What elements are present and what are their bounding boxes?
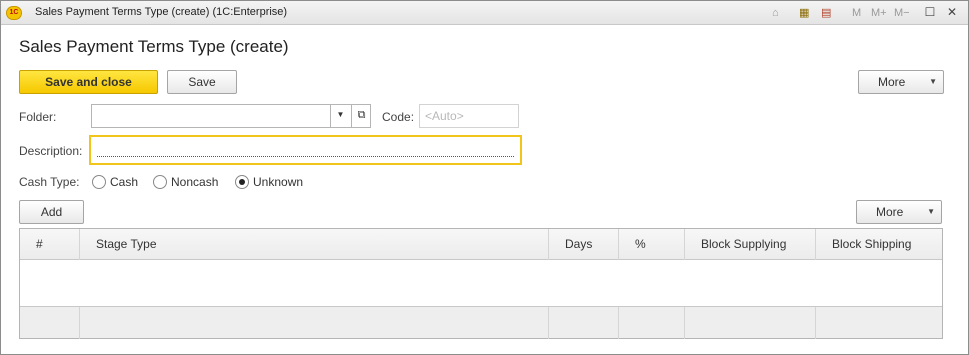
column-header-block-supplying[interactable]: Block Supplying: [685, 229, 816, 260]
radio-cash-label: Cash: [110, 175, 139, 189]
footer-cell: [619, 307, 685, 339]
radio-unknown[interactable]: Unknown: [235, 175, 303, 189]
folder-field[interactable]: ▼ ⧉: [91, 104, 371, 128]
code-field[interactable]: <Auto>: [419, 104, 519, 128]
footer-cell: [20, 307, 80, 339]
save-button[interactable]: Save: [167, 70, 237, 94]
radio-noncash-label: Noncash: [171, 175, 219, 189]
folder-label: Folder:: [19, 110, 57, 124]
cash-type-label: Cash Type:: [19, 175, 80, 189]
column-header-percent[interactable]: %: [619, 229, 685, 260]
calculator-icon[interactable]: ▦: [799, 6, 809, 20]
table-footer: [20, 306, 942, 339]
footer-cell: [549, 307, 619, 339]
save-and-close-button[interactable]: Save and close: [19, 70, 158, 94]
memory-plus-button[interactable]: M+: [871, 6, 887, 20]
more-button-label: More: [878, 75, 906, 89]
column-header-number[interactable]: #: [20, 229, 80, 260]
radio-cash[interactable]: Cash: [92, 175, 138, 189]
stages-table[interactable]: # Stage Type Days % Block Supplying Bloc…: [19, 228, 943, 339]
radio-noncash-circle[interactable]: [153, 175, 167, 189]
calendar-icon[interactable]: ▤: [821, 6, 831, 20]
memory-m-button[interactable]: M: [852, 6, 861, 20]
chevron-down-icon: ▼: [929, 77, 937, 86]
more-button[interactable]: More ▼: [858, 70, 944, 94]
add-button[interactable]: Add: [19, 200, 84, 224]
window: 1C Sales Payment Terms Type (create) (1C…: [0, 0, 969, 355]
window-title: Sales Payment Terms Type (create) (1C:En…: [35, 6, 288, 18]
form-title: Sales Payment Terms Type (create): [19, 37, 289, 56]
memory-minus-button[interactable]: M−: [894, 6, 910, 20]
column-header-stage-type[interactable]: Stage Type: [80, 229, 549, 260]
column-header-days[interactable]: Days: [549, 229, 619, 260]
close-icon[interactable]: ✕: [945, 5, 959, 19]
column-header-block-shipping[interactable]: Block Shipping: [816, 229, 942, 260]
maximize-icon[interactable]: ☐: [923, 5, 937, 19]
table-header: # Stage Type Days % Block Supplying Bloc…: [20, 229, 942, 260]
open-icon[interactable]: ⧉: [351, 104, 371, 128]
radio-unknown-circle[interactable]: [235, 175, 249, 189]
table-more-button-label: More: [876, 205, 904, 219]
home-icon[interactable]: ⌂: [772, 6, 779, 20]
chevron-down-icon: ▼: [927, 207, 935, 216]
app-logo-icon: 1C: [6, 6, 22, 20]
footer-cell: [685, 307, 816, 339]
chevron-down-icon[interactable]: ▼: [330, 104, 350, 128]
footer-cell: [80, 307, 549, 339]
description-label: Description:: [19, 144, 83, 158]
title-bar: 1C Sales Payment Terms Type (create) (1C…: [1, 1, 968, 25]
description-field[interactable]: [89, 135, 522, 165]
radio-unknown-label: Unknown: [253, 175, 304, 189]
radio-noncash[interactable]: Noncash: [153, 175, 218, 189]
radio-cash-circle[interactable]: [92, 175, 106, 189]
description-underline: [97, 156, 514, 157]
code-label: Code:: [382, 110, 415, 124]
table-more-button[interactable]: More ▼: [856, 200, 942, 224]
footer-cell: [816, 307, 942, 339]
